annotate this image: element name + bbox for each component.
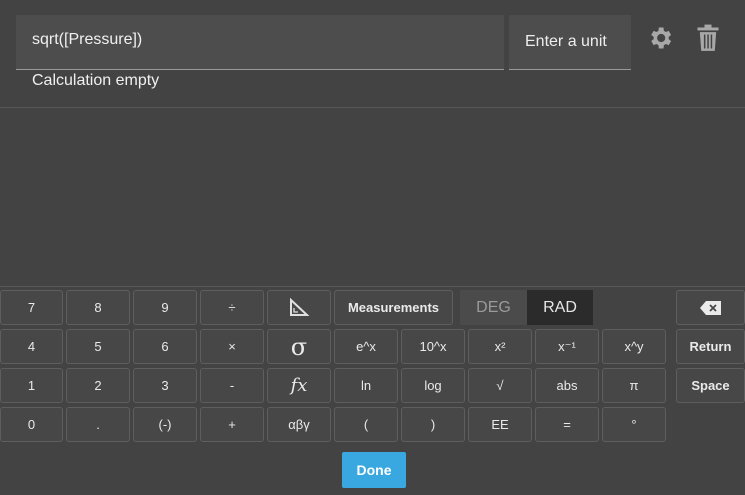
key-square[interactable]: x²	[468, 329, 532, 364]
key-2[interactable]: 2	[66, 368, 130, 403]
backspace-icon	[699, 300, 721, 315]
key-sqrt[interactable]: √	[468, 368, 532, 403]
key-pi[interactable]: π	[602, 368, 666, 403]
unit-input[interactable]: Enter a unit	[509, 15, 631, 70]
backspace-button[interactable]	[676, 290, 745, 325]
greek-key[interactable]: αβγ	[267, 407, 331, 442]
key-6[interactable]: 6	[133, 329, 197, 364]
key-power[interactable]: x^y	[602, 329, 666, 364]
key-4[interactable]: 4	[0, 329, 63, 364]
triangle-ruler-icon	[290, 297, 310, 316]
key-abs[interactable]: abs	[535, 368, 599, 403]
key-rparen[interactable]: )	[401, 407, 465, 442]
key-exp[interactable]: e^x	[334, 329, 398, 364]
expression-text: sqrt([Pressure])	[32, 31, 143, 48]
measurements-button[interactable]: Measurements	[334, 290, 453, 325]
function-key[interactable]: fx	[267, 368, 331, 403]
sigma-key[interactable]: σ	[267, 329, 331, 364]
key-1[interactable]: 1	[0, 368, 63, 403]
key-reciprocal[interactable]: x⁻¹	[535, 329, 599, 364]
gear-icon[interactable]	[646, 24, 674, 52]
key-equals[interactable]: =	[535, 407, 599, 442]
key-3[interactable]: 3	[133, 368, 197, 403]
key-divide[interactable]: ÷	[200, 290, 264, 325]
return-button[interactable]: Return	[676, 329, 745, 364]
key-dot[interactable]: .	[66, 407, 130, 442]
rad-toggle[interactable]: RAD	[527, 290, 593, 325]
key-multiply[interactable]: ×	[200, 329, 264, 364]
key-lparen[interactable]: (	[334, 407, 398, 442]
space-button[interactable]: Space	[676, 368, 745, 403]
key-7[interactable]: 7	[0, 290, 63, 325]
key-8[interactable]: 8	[66, 290, 130, 325]
trash-icon[interactable]	[696, 24, 720, 52]
key-ee[interactable]: EE	[468, 407, 532, 442]
keyboard-top-border	[0, 286, 745, 287]
key-degree[interactable]: °	[602, 407, 666, 442]
key-9[interactable]: 9	[133, 290, 197, 325]
key-negate[interactable]: (-)	[133, 407, 197, 442]
divider	[0, 107, 745, 108]
calculation-status: Calculation empty	[32, 72, 160, 89]
key-0[interactable]: 0	[0, 407, 63, 442]
key-plus[interactable]: +	[200, 407, 264, 442]
key-log[interactable]: log	[401, 368, 465, 403]
done-button[interactable]: Done	[342, 452, 406, 488]
deg-toggle[interactable]: DEG	[460, 290, 527, 325]
triangle-key[interactable]	[267, 290, 331, 325]
key-pow10[interactable]: 10^x	[401, 329, 465, 364]
unit-placeholder: Enter a unit	[525, 33, 607, 50]
key-5[interactable]: 5	[66, 329, 130, 364]
expression-input[interactable]: sqrt([Pressure])	[16, 15, 504, 70]
key-minus[interactable]: -	[200, 368, 264, 403]
key-ln[interactable]: ln	[334, 368, 398, 403]
